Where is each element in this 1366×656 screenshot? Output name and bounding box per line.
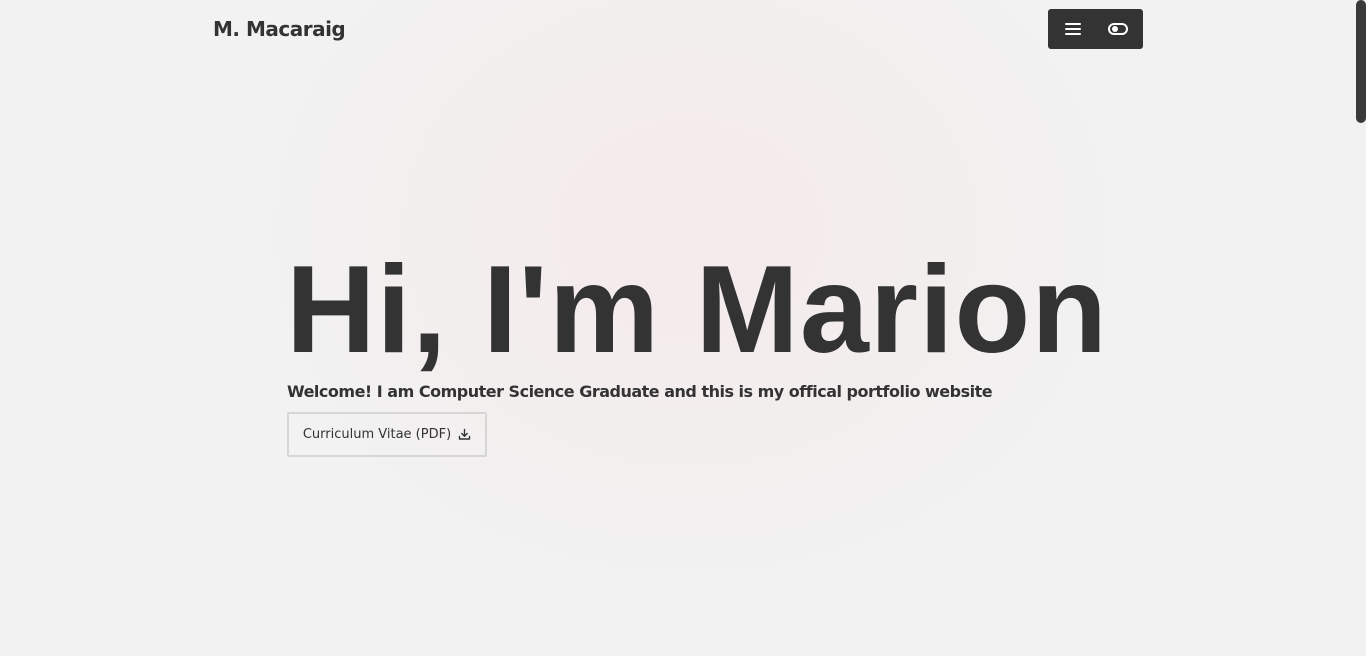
theme-toggle-icon: [1108, 23, 1128, 35]
menu-button[interactable]: [1062, 18, 1084, 40]
cv-download-button[interactable]: Curriculum Vitae (PDF): [287, 412, 487, 457]
download-icon: [458, 428, 471, 440]
hamburger-menu-icon: [1065, 23, 1081, 35]
theme-toggle-button[interactable]: [1107, 18, 1129, 40]
hero-title: Hi, I'm Marion: [286, 241, 1108, 379]
scrollbar-thumb[interactable]: [1356, 0, 1366, 123]
hero-subtitle: Welcome! I am Computer Science Graduate …: [287, 382, 993, 401]
cv-button-label: Curriculum Vitae (PDF): [302, 427, 452, 442]
nav-controls: [1048, 9, 1143, 49]
site-brand[interactable]: M. Macaraig: [213, 16, 346, 42]
vertical-scrollbar[interactable]: [1356, 0, 1366, 656]
